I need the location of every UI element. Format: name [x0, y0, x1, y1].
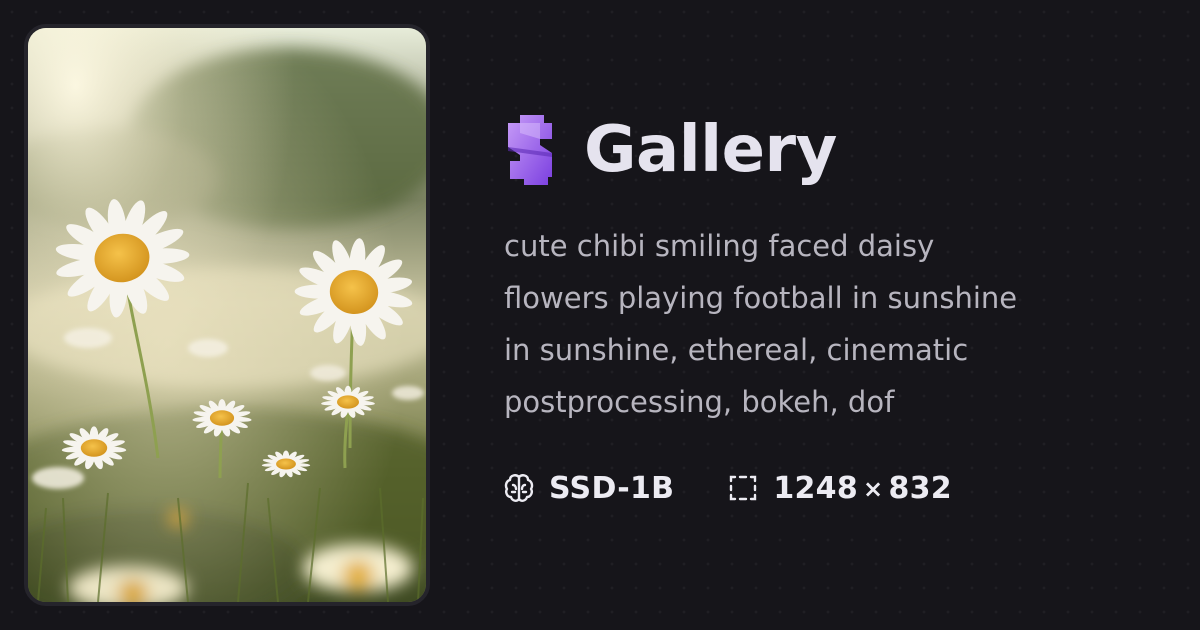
image-width: 1248 [773, 470, 859, 506]
page-title: Gallery [584, 113, 837, 187]
prompt-text: cute chibi smiling faced daisy flowers p… [504, 229, 1018, 419]
brain-icon [504, 474, 534, 502]
model-info: SSD-1B [502, 471, 674, 506]
header: Gallery [504, 110, 837, 190]
dimensions-info: 1248 × 832 [726, 471, 952, 506]
puzzle-s-icon [508, 115, 552, 185]
gallery-image[interactable] [24, 24, 430, 606]
dimensions-text: 1248 × 832 [773, 471, 952, 506]
image-meta: SSD-1B 1248 × 832 [502, 466, 952, 510]
model-name: SSD-1B [549, 470, 675, 506]
times-sign: × [863, 474, 884, 503]
image-height: 832 [888, 470, 952, 506]
dashed-frame-icon [730, 475, 757, 501]
daisy-meadow-image [28, 28, 426, 602]
